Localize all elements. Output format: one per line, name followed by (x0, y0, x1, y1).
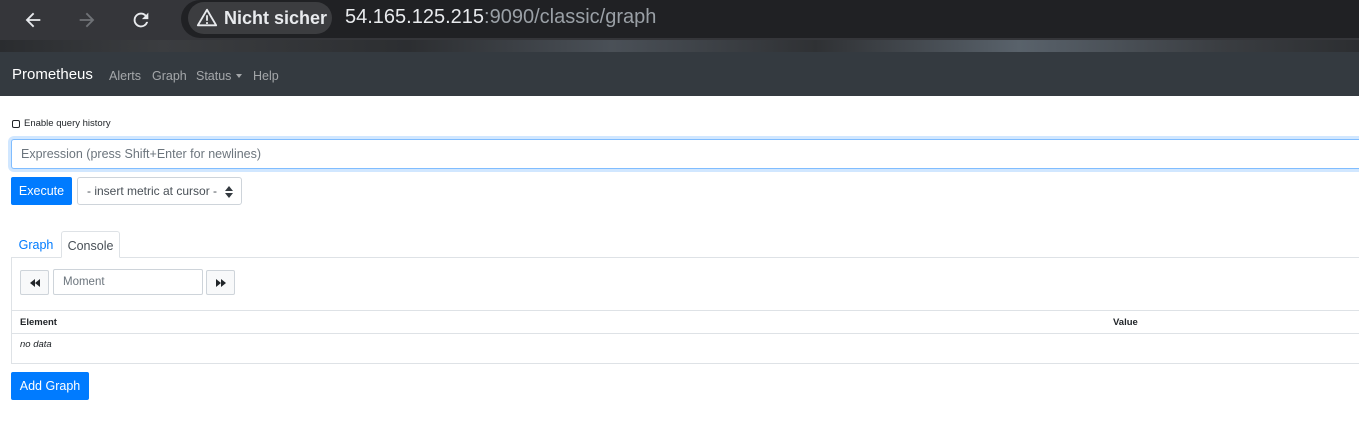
navbar-brand[interactable]: Prometheus (12, 66, 93, 83)
security-label: Nicht sicher (224, 7, 328, 28)
security-indicator[interactable]: Nicht sicher (188, 2, 332, 34)
insert-metric-select[interactable]: - insert metric at cursor - (77, 177, 242, 205)
table-top-border (12, 310, 1359, 311)
moment-forward-button[interactable] (206, 270, 235, 295)
reload-icon (133, 12, 149, 28)
url-text[interactable]: 54.165.125.215:9090/classic/graph (345, 6, 656, 29)
nav-link-alerts[interactable]: Alerts (109, 69, 141, 83)
column-header-value: Value (1113, 317, 1138, 328)
url-host: 54.165.125.215 (345, 6, 485, 28)
warning-icon (196, 8, 218, 27)
nav-link-graph[interactable]: Graph (152, 69, 187, 83)
browser-backdrop (0, 40, 1359, 52)
select-arrows-icon (225, 186, 233, 198)
moment-input[interactable] (53, 269, 203, 295)
expression-input[interactable] (11, 139, 1359, 169)
reload-button[interactable] (127, 6, 155, 34)
tab-graph[interactable]: Graph (12, 231, 60, 258)
nav-link-status-label: Status (196, 69, 232, 83)
add-graph-button[interactable]: Add Graph (11, 372, 89, 400)
moment-back-button[interactable] (20, 270, 49, 295)
query-history-label: Enable query history (24, 118, 111, 129)
insert-metric-select-value: - insert metric at cursor - (87, 184, 218, 198)
tab-console[interactable]: Console (61, 231, 120, 258)
back-arrow-icon (25, 12, 41, 28)
back-button[interactable] (19, 6, 47, 34)
query-history-toggle[interactable]: Enable query history (12, 118, 111, 129)
nav-link-status[interactable]: Status (196, 69, 243, 83)
forward-button[interactable] (73, 6, 101, 34)
query-history-checkbox[interactable] (12, 119, 20, 128)
prometheus-navbar: Prometheus Alerts Graph Status Help (0, 52, 1359, 96)
forward-icon (215, 278, 226, 287)
backward-icon (29, 278, 40, 287)
url-path: :9090/classic/graph (484, 6, 657, 28)
execute-button[interactable]: Execute (11, 177, 72, 205)
nav-link-help[interactable]: Help (253, 69, 279, 83)
column-header-element: Element (20, 317, 57, 328)
table-header-border (12, 333, 1359, 334)
browser-toolbar: Nicht sicher 54.165.125.215:9090/classic… (0, 0, 1359, 52)
caret-down-icon (236, 74, 243, 78)
no-data-text: no data (20, 339, 52, 350)
forward-arrow-icon (79, 12, 95, 28)
